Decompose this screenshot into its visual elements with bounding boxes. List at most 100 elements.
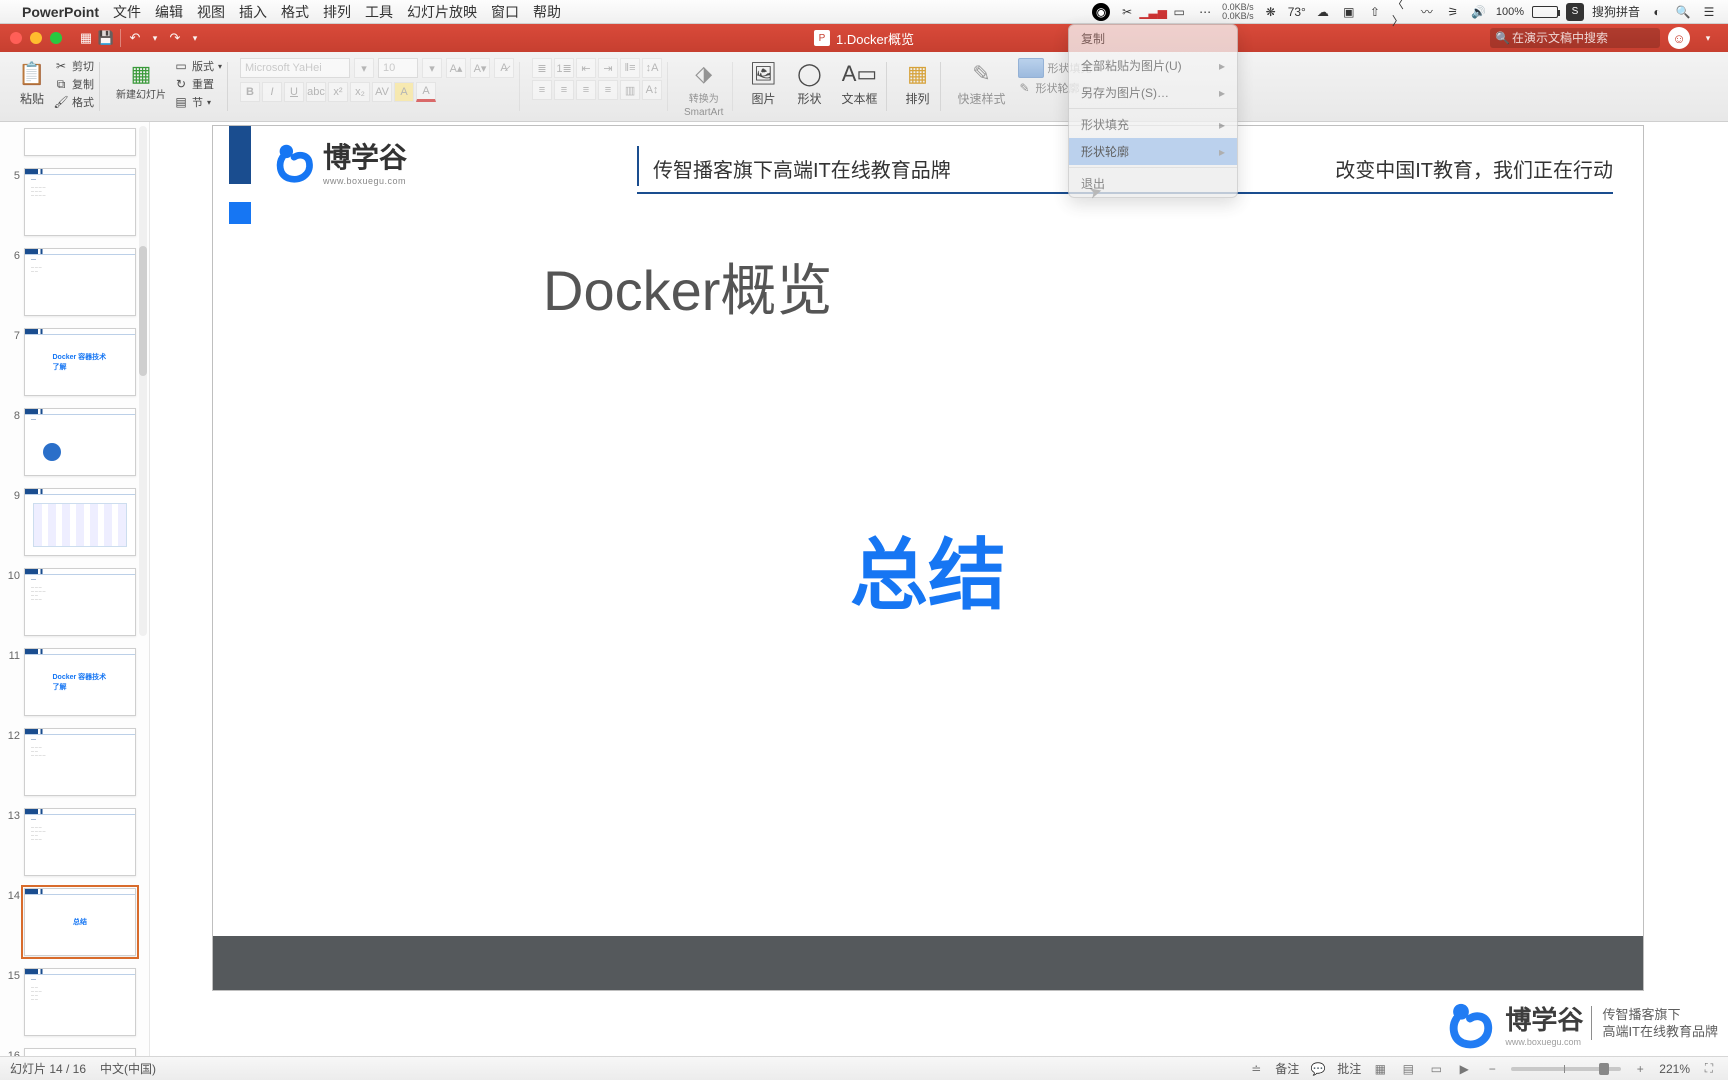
reading-view-icon[interactable]: ▭	[1427, 1060, 1445, 1078]
notifications-icon[interactable]: ☰	[1700, 3, 1718, 21]
align-left-button[interactable]: ≡	[532, 80, 552, 100]
layout-button[interactable]: ▭版式 ▾	[174, 58, 222, 74]
arrange-button[interactable]: ▦排列	[899, 58, 935, 109]
thumb-slide-9[interactable]	[24, 488, 136, 556]
ctx-outline[interactable]: 形状轮廓▸	[1069, 138, 1237, 165]
menu-slideshow[interactable]: 幻灯片放映	[407, 2, 477, 22]
menu-view[interactable]: 视图	[197, 2, 225, 22]
code-icon[interactable]: 〈 〉	[1392, 3, 1410, 21]
textbox-button[interactable]: A▭文本框	[837, 58, 881, 109]
notes-icon[interactable]: ≐	[1247, 1060, 1265, 1078]
ime-icon[interactable]: S	[1566, 3, 1584, 21]
subscript-button[interactable]: x₂	[350, 82, 370, 102]
font-size-dd[interactable]: ▾	[422, 58, 442, 78]
strike-button[interactable]: abc	[306, 82, 326, 102]
align-justify-button[interactable]: ≡	[598, 80, 618, 100]
graph-icon[interactable]: ▁▃▅	[1144, 3, 1162, 21]
section-button[interactable]: ▤节 ▾	[174, 94, 222, 110]
cloud-icon[interactable]: ☁︎	[1314, 3, 1332, 21]
zoom-out-button[interactable]: −	[1483, 1060, 1501, 1078]
fan-icon[interactable]: ❋	[1262, 3, 1280, 21]
ctx-paste-pic[interactable]: 全部粘贴为图片(U)▸	[1069, 52, 1237, 79]
zoom-in-button[interactable]: +	[1631, 1060, 1649, 1078]
ctx-copy[interactable]: 复制	[1069, 25, 1237, 52]
comments-icon[interactable]: 💬	[1309, 1060, 1327, 1078]
home-icon[interactable]: ▦	[76, 28, 96, 48]
thumb-slide-7[interactable]: Docker 容器技术了解	[24, 328, 136, 396]
thumb-slide-12[interactable]: —— — —— —— — — —	[24, 728, 136, 796]
search-input[interactable]	[1490, 28, 1660, 48]
reset-button[interactable]: ↻重置	[174, 76, 222, 92]
font-size-select[interactable]: 10	[378, 58, 418, 78]
language-indicator[interactable]: 中文(中国)	[100, 1060, 156, 1077]
thumb-slide-8[interactable]: —	[24, 408, 136, 476]
menu-file[interactable]: 文件	[113, 2, 141, 22]
text-direction-button[interactable]: ↕A	[642, 58, 662, 78]
minimize-button[interactable]	[30, 32, 42, 44]
feedback-icon[interactable]: ☺	[1668, 27, 1690, 49]
obs-icon[interactable]: ◉	[1092, 3, 1110, 21]
save-icon[interactable]: 💾	[96, 28, 116, 48]
align-right-button[interactable]: ≡	[576, 80, 596, 100]
thumb-slide-4[interactable]	[24, 128, 136, 156]
wave-icon[interactable]: 〰	[1418, 3, 1436, 21]
quickstyles-button[interactable]: ✎快速样式	[953, 58, 1009, 109]
formatpainter-button[interactable]: 🖌格式	[54, 94, 94, 110]
menu-window[interactable]: 窗口	[491, 2, 519, 22]
thumbs-scrollbar[interactable]	[139, 126, 147, 636]
paste-button[interactable]: 📋 粘贴	[14, 58, 50, 110]
box-icon[interactable]: ▣	[1340, 3, 1358, 21]
smartart-button[interactable]: ⬗ 转换为 SmartArt	[680, 58, 727, 120]
italic-button[interactable]: I	[262, 82, 282, 102]
dots-icon[interactable]: ⋯	[1196, 3, 1214, 21]
line-spacing-button[interactable]: ‖≡	[620, 58, 640, 78]
font-color-button[interactable]: A	[416, 82, 436, 102]
align-center-button[interactable]: ≡	[554, 80, 574, 100]
up-icon[interactable]: ⇧	[1366, 3, 1384, 21]
menu-arrange[interactable]: 排列	[323, 2, 351, 22]
redo-icon[interactable]: ↷	[165, 28, 185, 48]
undo-icon[interactable]: ↶	[125, 28, 145, 48]
thumb-slide-11[interactable]: Docker 容器技术了解	[24, 648, 136, 716]
menu-edit[interactable]: 编辑	[155, 2, 183, 22]
superscript-button[interactable]: x²	[328, 82, 348, 102]
underline-button[interactable]: U	[284, 82, 304, 102]
scrollbar-thumb[interactable]	[139, 246, 147, 376]
bullets-button[interactable]: ≣	[532, 58, 552, 78]
thumb-slide-5[interactable]: —— — — —— — —— — — —	[24, 168, 136, 236]
wifi-icon[interactable]: ⚞	[1444, 3, 1462, 21]
volume-icon[interactable]: 🔊	[1470, 3, 1488, 21]
slide-thumbnails-panel[interactable]: 5—— — — —— — —— — — — 6—— — —— — 7Docker…	[0, 122, 150, 1056]
cut-button[interactable]: ✂︎剪切	[54, 58, 94, 74]
menu-format[interactable]: 格式	[281, 2, 309, 22]
grow-font-button[interactable]: A▴	[446, 58, 466, 78]
comments-label[interactable]: 批注	[1337, 1060, 1361, 1077]
search-field[interactable]: 🔍	[1490, 28, 1660, 48]
spotlight-icon[interactable]: 🔍	[1674, 3, 1692, 21]
menu-insert[interactable]: 插入	[239, 2, 267, 22]
indent-inc-button[interactable]: ⇥	[598, 58, 618, 78]
zoom-level[interactable]: 221%	[1659, 1062, 1690, 1076]
siri-icon[interactable]: ◐	[1648, 3, 1666, 21]
zoom-slider[interactable]	[1511, 1067, 1621, 1071]
fit-window-icon[interactable]: ⛶	[1700, 1060, 1718, 1078]
battery-icon[interactable]	[1532, 6, 1558, 18]
scissors-icon[interactable]: ✂︎	[1118, 3, 1136, 21]
ime-label[interactable]: 搜狗拼音	[1592, 3, 1640, 20]
char-spacing-button[interactable]: AV	[372, 82, 392, 102]
menu-tools[interactable]: 工具	[365, 2, 393, 22]
ctx-exit[interactable]: 退出	[1069, 170, 1237, 197]
app-name[interactable]: PowerPoint	[22, 4, 99, 20]
slideshow-view-icon[interactable]: ▶	[1455, 1060, 1473, 1078]
thumb-slide-16[interactable]: Thank you!	[24, 1048, 136, 1056]
undo-dropdown-icon[interactable]: ▾	[145, 28, 165, 48]
highlight-button[interactable]: A	[394, 82, 414, 102]
zoom-button[interactable]	[50, 32, 62, 44]
copy-button[interactable]: ⧉复制	[54, 76, 94, 92]
ctx-saveas-pic[interactable]: 另存为图片(S)…▸	[1069, 79, 1237, 106]
notes-label[interactable]: 备注	[1275, 1060, 1299, 1077]
menu-help[interactable]: 帮助	[533, 2, 561, 22]
close-button[interactable]	[10, 32, 22, 44]
thumb-slide-13[interactable]: —— — —— — — —— —— — —	[24, 808, 136, 876]
bold-button[interactable]: B	[240, 82, 260, 102]
